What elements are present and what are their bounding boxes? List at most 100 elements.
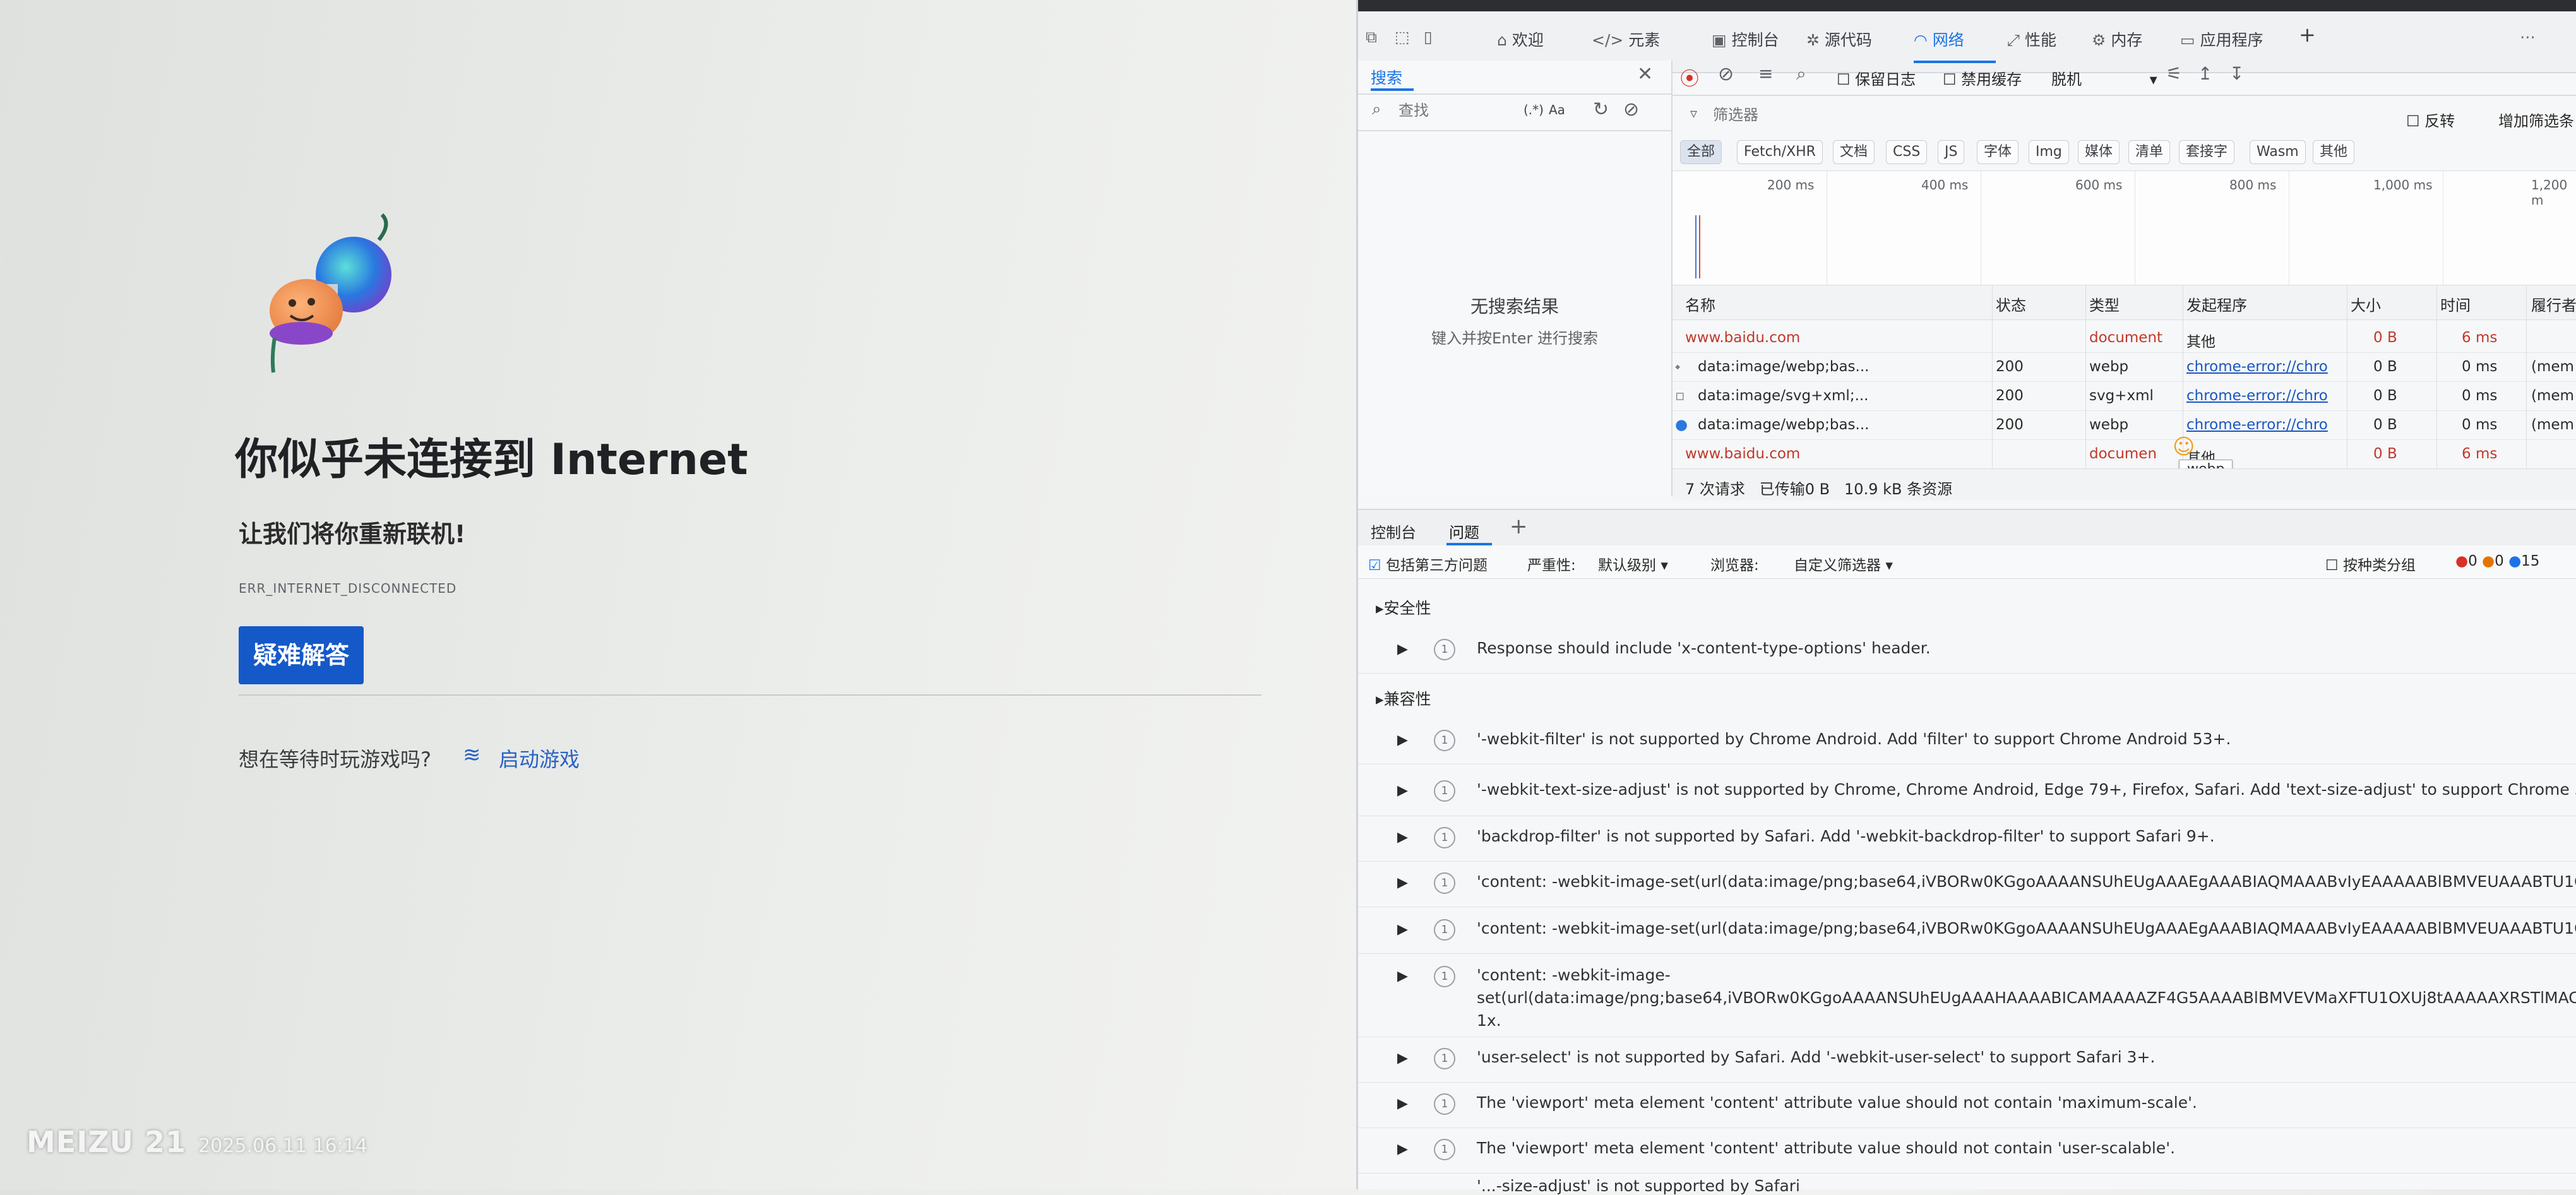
issue-row[interactable]: ▶ 1 The 'viewport' meta element 'content' …	[1358, 1083, 2576, 1128]
tab-performance[interactable]: ⤢ 性能	[2007, 28, 2056, 51]
issue-row[interactable]: ▶ 1 The 'viewport' meta element 'content' …	[1358, 1129, 2576, 1174]
game-icon[interactable]: ≋	[463, 742, 481, 768]
match-case-toggle[interactable]: Aa	[1549, 102, 1565, 117]
refresh-icon[interactable]: ↻	[1593, 98, 1609, 121]
filter-chip-doc[interactable]: 文档	[1833, 140, 1875, 164]
filter-chip-all[interactable]: 全部	[1680, 140, 1722, 164]
column-initiator[interactable]: 发起程序	[2186, 293, 2247, 315]
column-status[interactable]: 状态	[1996, 293, 2026, 315]
invert-checkbox[interactable]: ☐ 反转	[2406, 109, 2455, 131]
tab-console[interactable]: ▣ 控制台	[1712, 28, 1779, 51]
search-tab[interactable]: 搜索	[1371, 66, 1402, 88]
filter-chip-wasm[interactable]: Wasm	[2250, 140, 2306, 164]
regex-toggle[interactable]: (.*)	[1524, 102, 1544, 117]
filter-chip-img[interactable]: Img	[2029, 140, 2069, 164]
table-row[interactable]: ⬩ data:image/webp;bas... 200 webp chrome…	[1673, 352, 2576, 382]
filter-chip-css[interactable]: CSS	[1886, 140, 1928, 164]
tab-label: 欢迎	[1512, 31, 1544, 49]
clear-log-icon[interactable]: ⊘	[1718, 63, 1734, 85]
tab-elements[interactable]: </> 元素	[1592, 28, 1660, 51]
drawer-tab-console[interactable]: 控制台	[1371, 520, 1416, 542]
tab-application[interactable]: ▭ 应用程序	[2180, 28, 2263, 51]
issue-row[interactable]: ▶ 1 '-webkit-text-size-adjust' is not supp…	[1358, 765, 2576, 816]
device-toolbar-icon[interactable]: ⧉	[1366, 28, 1377, 47]
tab-memory[interactable]: ⚙ 内存	[2092, 28, 2142, 51]
code-icon: </>	[1592, 31, 1624, 49]
tab-label: 源代码	[1824, 31, 1872, 49]
request-initiator-link[interactable]: chrome-error://chro	[2186, 417, 2338, 433]
issue-row[interactable]: ▶ 1 '-webkit-filter' is not supported by C…	[1358, 720, 2576, 764]
filter-chip-js[interactable]: JS	[1938, 140, 1965, 164]
table-row[interactable]: www.baidu.com documen 其他 0 B 6 ms	[1673, 439, 2576, 469]
issue-count-badge: 1	[1434, 639, 1455, 660]
issues-section-security[interactable]: ▸安全性	[1376, 596, 1431, 619]
column-type[interactable]: 类型	[2089, 293, 2120, 315]
include-third-party-checkbox[interactable]: ☑ 包括第三方问题	[1368, 553, 1488, 574]
drawer-tab-issues[interactable]: 问题	[1449, 520, 1479, 542]
table-row[interactable]: ▫ data:image/svg+xml;... 200 svg+xml chr…	[1673, 381, 2576, 411]
column-divider	[1992, 285, 1993, 468]
request-initiator-link[interactable]: chrome-error://chro	[2186, 388, 2338, 404]
disable-cache-checkbox[interactable]: ☐ 禁用缓存	[1943, 67, 2022, 89]
filter-chip-font[interactable]: 字体	[1977, 140, 2019, 164]
add-drawer-tab-button[interactable]: +	[1510, 514, 1528, 539]
clear-icon[interactable]: ⊘	[1623, 98, 1639, 121]
tab-network[interactable]: ◠ 网络	[1914, 28, 1964, 51]
browser-select[interactable]: 自定义筛选器 ▾	[1794, 553, 1893, 574]
troubleshoot-button[interactable]: 疑难解答	[239, 626, 364, 684]
preserve-log-checkbox[interactable]: ☐ 保留日志	[1837, 67, 1916, 89]
game-prompt: 想在等待时玩游戏吗?	[239, 747, 431, 771]
warning-icon: ●	[2482, 553, 2495, 569]
column-name[interactable]: 名称	[1685, 293, 1715, 315]
filter-chip-media[interactable]: 媒体	[2078, 140, 2120, 164]
timeline-overview[interactable]: 200 ms 400 ms 600 ms 800 ms 1,000 ms 1,2…	[1673, 170, 2576, 285]
request-time: 6 ms	[2462, 330, 2498, 346]
import-har-icon[interactable]: ↥	[2198, 63, 2212, 84]
dock-side-icon[interactable]: ▯	[1424, 28, 1433, 46]
warning-count: 0	[2495, 553, 2504, 569]
column-size[interactable]: 大小	[2351, 293, 2381, 315]
table-row[interactable]: www.baidu.com document 其他 0 B 6 ms	[1673, 323, 2576, 353]
issue-row[interactable]: ▶ 1 Response should include 'x-content-typ…	[1358, 629, 2576, 674]
request-initiator-link[interactable]: chrome-error://chro	[2186, 359, 2338, 375]
search-icon[interactable]: ⌕	[1796, 63, 1806, 85]
filter-chip-socket[interactable]: 套接字	[2179, 140, 2235, 164]
application-icon: ▭	[2180, 31, 2195, 49]
table-row[interactable]: ● data:image/webp;bas... 200 webp chrome…	[1673, 410, 2576, 440]
request-type: documen	[2089, 446, 2157, 462]
export-har-icon[interactable]: ↧	[2229, 63, 2244, 84]
issue-row[interactable]: ▶ 1 'content: -webkit-image-set(url(data:i…	[1358, 909, 2576, 954]
severity-value: 默认级别	[1598, 557, 1656, 574]
tab-sources[interactable]: ✲ 源代码	[1806, 28, 1872, 51]
more-options-icon[interactable]: ⋯	[2520, 28, 2536, 46]
cursor-icon: ☺	[2173, 434, 2195, 460]
launch-game-link[interactable]: 启动游戏	[499, 744, 580, 773]
issues-section-compatibility[interactable]: ▸兼容性	[1376, 687, 1431, 710]
severity-select[interactable]: 默认级别 ▾	[1598, 553, 1668, 574]
add-tab-button[interactable]: +	[2299, 23, 2316, 47]
filter-chip-other[interactable]: 其他	[2313, 140, 2355, 164]
filter-input[interactable]	[1712, 104, 1967, 126]
issue-row[interactable]: ▶ 1 'content: -webkit-image- set(url(data…	[1358, 956, 2576, 1037]
camera-watermark: MEIZU 21 2025.06.11 16:14	[27, 1125, 367, 1159]
column-time[interactable]: 时间	[2440, 293, 2471, 315]
close-search-button[interactable]: ✕	[1637, 63, 1653, 85]
record-button-icon[interactable]: ⦿	[1680, 63, 1699, 91]
more-filters-dropdown[interactable]: 增加筛选条	[2498, 109, 2574, 131]
inspect-icon[interactable]: ⬚	[1395, 28, 1410, 46]
performance-icon: ⤢	[2007, 31, 2020, 49]
throttle-select[interactable]: 脱机 ▾	[2051, 67, 2157, 89]
network-summary: 7 次请求 已传输0 B 10.9 kB 条资源	[1685, 480, 1953, 498]
issue-row[interactable]: ▶ 1 'content: -webkit-image-set(url(data:i…	[1358, 862, 2576, 907]
network-conditions-icon[interactable]: ⚟	[2166, 63, 2182, 84]
issue-message-line2: set(url(data:image/png;base64,iVBORw0KGg…	[1477, 989, 2576, 1007]
tab-welcome[interactable]: ⌂ 欢迎	[1497, 28, 1544, 51]
filter-icon[interactable]: ≡	[1758, 63, 1773, 84]
issue-row[interactable]: ▶ 1 'user-select' is not supported by Safa…	[1358, 1038, 2576, 1083]
issue-row[interactable]: ▶ 1 'backdrop-filter' is not supported by …	[1358, 817, 2576, 862]
filter-chip-manifest[interactable]: 清单	[2128, 140, 2171, 164]
column-fulfilled-by[interactable]: 履行者	[2531, 293, 2576, 315]
filter-chip-fetch-xhr[interactable]: Fetch/XHR	[1737, 140, 1823, 164]
expand-triangle-icon: ▶	[1397, 1050, 1408, 1066]
group-by-kind-checkbox[interactable]: ☐ 按种类分组	[2325, 553, 2416, 574]
